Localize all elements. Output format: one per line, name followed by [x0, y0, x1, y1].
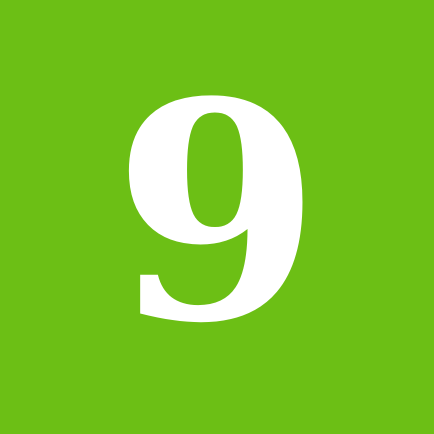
number-digit: 9: [112, 36, 322, 389]
number-tile: 9: [0, 0, 434, 434]
